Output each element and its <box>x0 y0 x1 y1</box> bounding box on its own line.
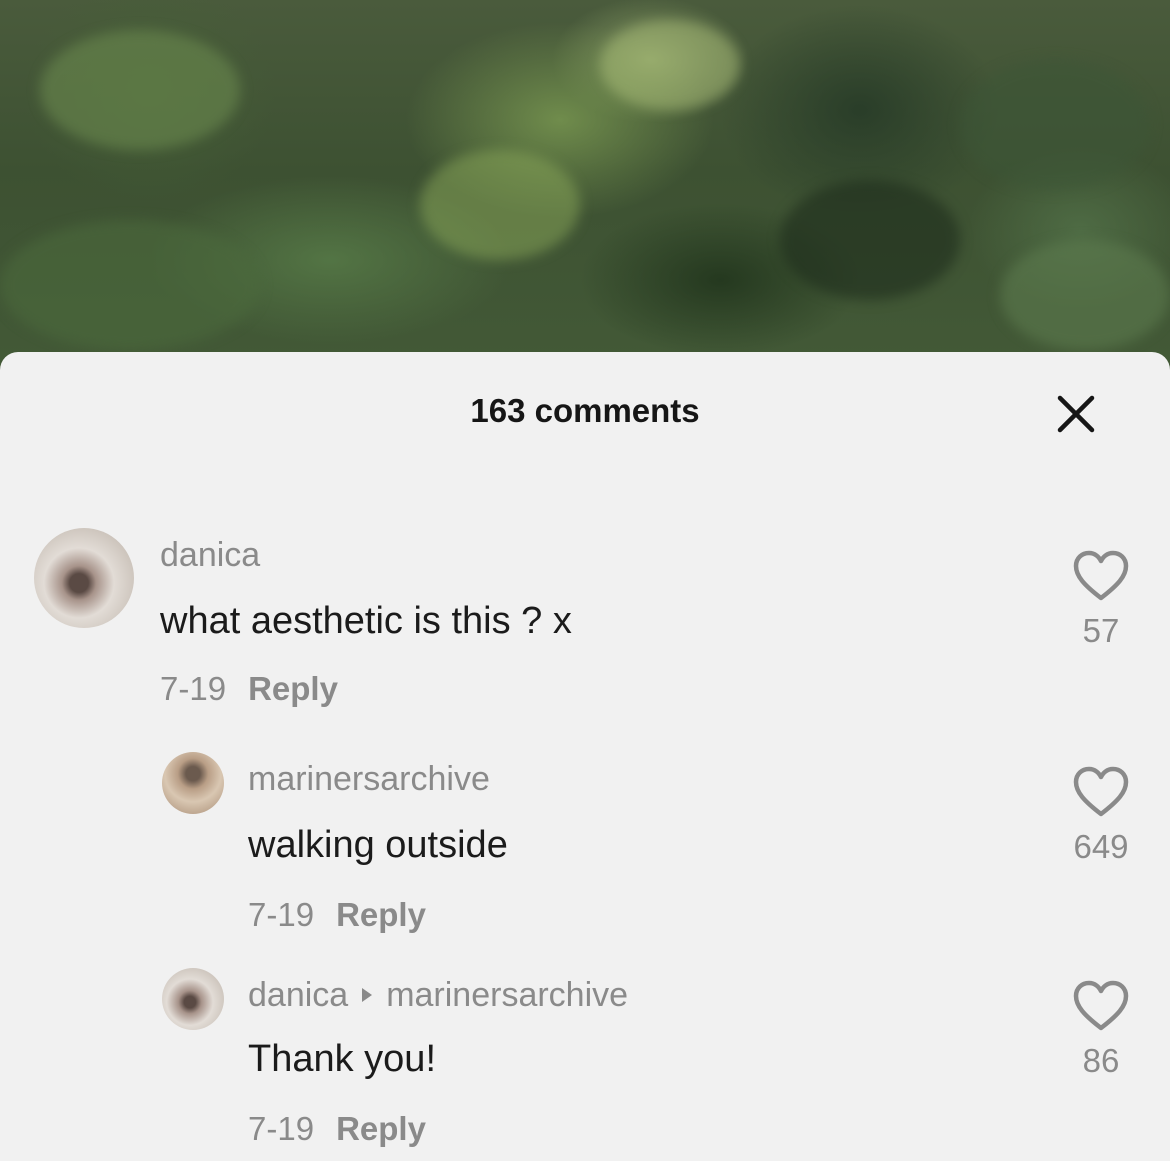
avatar[interactable] <box>34 528 134 628</box>
comment-text: Thank you! <box>248 1038 436 1080</box>
comment-date: 7-19 <box>248 896 315 933</box>
like-count: 57 <box>1082 612 1120 649</box>
comment-username[interactable]: danica <box>160 536 260 575</box>
like-button[interactable]: 57 <box>1061 550 1141 650</box>
video-background <box>0 0 1170 380</box>
reply-author[interactable]: danica <box>248 976 348 1014</box>
heart-outline-icon <box>1073 550 1129 601</box>
like-count: 86 <box>1082 1042 1120 1079</box>
avatar[interactable] <box>162 968 224 1030</box>
like-button[interactable]: 649 <box>1061 766 1141 866</box>
like-count: 649 <box>1073 828 1129 865</box>
comments-count-title: 163 comments <box>470 392 700 429</box>
avatar[interactable] <box>162 752 224 814</box>
heart-outline-icon <box>1073 766 1129 817</box>
reply-arrow-icon <box>362 988 373 1003</box>
comment-meta: 7-19 Reply <box>248 896 426 934</box>
close-button[interactable] <box>1054 392 1098 436</box>
reply-target[interactable]: marinersarchive <box>386 976 628 1014</box>
comment-text: walking outside <box>248 824 508 866</box>
heart-outline-icon <box>1073 980 1129 1031</box>
comments-sheet: 163 comments danica what aesthetic is th… <box>0 352 1170 1161</box>
like-button[interactable]: 86 <box>1061 980 1141 1080</box>
comment-username: danica marinersarchive <box>248 976 628 1015</box>
comment-username[interactable]: marinersarchive <box>248 760 490 799</box>
comment-meta: 7-19 Reply <box>248 1110 426 1148</box>
reply-button[interactable]: Reply <box>248 670 338 707</box>
reply-button[interactable]: Reply <box>336 896 426 933</box>
close-icon <box>1057 395 1095 433</box>
comment-date: 7-19 <box>248 1110 315 1147</box>
reply-button[interactable]: Reply <box>336 1110 426 1147</box>
comment-meta: 7-19 Reply <box>160 670 338 708</box>
comment-text: what aesthetic is this ? x <box>160 600 572 642</box>
comment-date: 7-19 <box>160 670 227 707</box>
